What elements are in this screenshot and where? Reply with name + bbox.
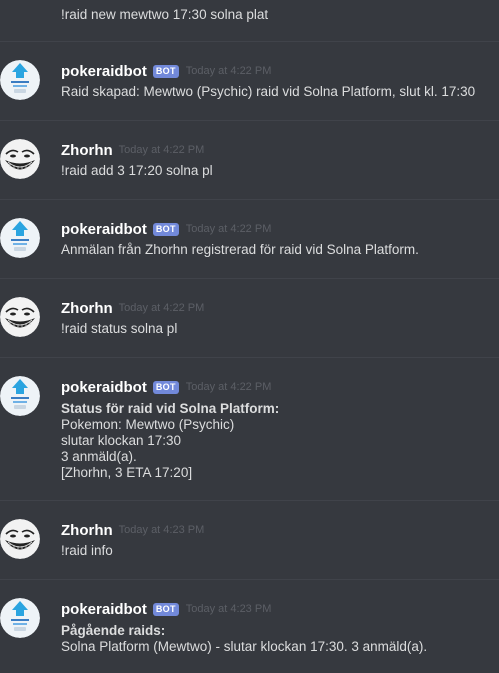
message-header: pokeraidbot BOT Today at 4:23 PM xyxy=(61,599,271,619)
message-text: Status för raid vid Solna Platform: Poke… xyxy=(61,401,279,481)
username[interactable]: pokeraidbot xyxy=(61,221,147,238)
pokeraidbot-avatar-icon[interactable] xyxy=(0,598,40,638)
message-divider xyxy=(0,357,499,358)
message-text: !raid info xyxy=(61,543,113,558)
message-header: pokeraidbot BOT Today at 4:22 PM xyxy=(61,61,271,81)
timestamp: Today at 4:22 PM xyxy=(118,302,205,314)
message-header: pokeraidbot BOT Today at 4:22 PM xyxy=(61,377,271,397)
username[interactable]: Zhorhn xyxy=(61,300,113,317)
username[interactable]: Zhorhn xyxy=(61,522,113,539)
message-divider xyxy=(0,500,499,501)
timestamp: Today at 4:22 PM xyxy=(185,223,272,235)
message-divider xyxy=(0,278,499,279)
trollface-avatar-icon[interactable] xyxy=(0,297,40,337)
username[interactable]: pokeraidbot xyxy=(61,63,147,80)
trollface-avatar-icon[interactable] xyxy=(0,519,40,559)
bot-tag: BOT xyxy=(152,602,179,616)
message-line: 3 anmäld(a). xyxy=(61,449,137,464)
bot-tag: BOT xyxy=(152,380,179,394)
message-header: Zhorhn Today at 4:23 PM xyxy=(61,520,204,540)
message-text: Raid skapad: Mewtwo (Psychic) raid vid S… xyxy=(61,84,476,99)
message-line: Solna Platform (Mewtwo) - slutar klockan… xyxy=(61,639,428,654)
username[interactable]: Zhorhn xyxy=(61,142,113,159)
timestamp: Today at 4:22 PM xyxy=(185,381,272,393)
message-divider xyxy=(0,120,499,121)
timestamp: Today at 4:23 PM xyxy=(185,603,272,615)
timestamp: Today at 4:22 PM xyxy=(185,65,272,77)
chat-messages: !raid new mewtwo 17:30 solna plat pokera… xyxy=(0,0,499,673)
trollface-avatar-icon[interactable] xyxy=(0,139,40,179)
message-line: Pokemon: Mewtwo (Psychic) xyxy=(61,417,235,432)
message-text: Pågående raids: Solna Platform (Mewtwo) … xyxy=(61,623,427,655)
pokeraidbot-avatar-icon[interactable] xyxy=(0,218,40,258)
message-header: pokeraidbot BOT Today at 4:22 PM xyxy=(61,219,271,239)
message-divider xyxy=(0,41,499,42)
username[interactable]: pokeraidbot xyxy=(61,601,147,618)
timestamp: Today at 4:22 PM xyxy=(118,144,205,156)
message-text: !raid status solna pl xyxy=(61,321,178,336)
message-bold-line: Pågående raids: xyxy=(61,623,166,638)
bot-tag: BOT xyxy=(152,64,179,78)
message-line: slutar klockan 17:30 xyxy=(61,433,182,448)
pokeraidbot-avatar-icon[interactable] xyxy=(0,60,40,100)
username[interactable]: pokeraidbot xyxy=(61,379,147,396)
bot-tag: BOT xyxy=(152,222,179,236)
pokeraidbot-avatar-icon[interactable] xyxy=(0,376,40,416)
message-divider xyxy=(0,579,499,580)
message-divider xyxy=(0,199,499,200)
message-line: [Zhorhn, 3 ETA 17:20] xyxy=(61,465,193,480)
message-text: Anmälan från Zhorhn registrerad för raid… xyxy=(61,242,419,257)
message-header: Zhorhn Today at 4:22 PM xyxy=(61,140,204,160)
message-text: !raid new mewtwo 17:30 solna plat xyxy=(61,7,269,22)
message-text: !raid add 3 17:20 solna pl xyxy=(61,163,213,178)
message-header: Zhorhn Today at 4:22 PM xyxy=(61,298,204,318)
message-bold-line: Status för raid vid Solna Platform: xyxy=(61,401,280,416)
timestamp: Today at 4:23 PM xyxy=(118,524,205,536)
